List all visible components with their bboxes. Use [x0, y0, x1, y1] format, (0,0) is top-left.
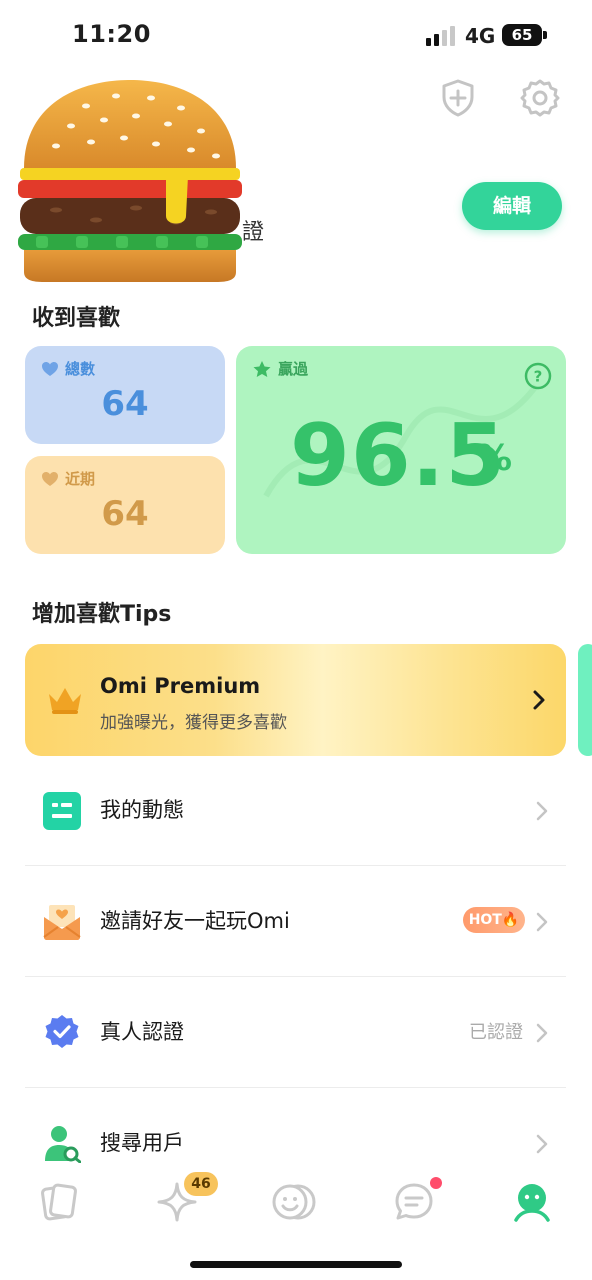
- likes-recent-label: 近期: [65, 470, 96, 488]
- heart-icon: [42, 361, 58, 376]
- tips-section-title: 增加喜歡Tips: [32, 602, 172, 627]
- cellular-signal-icon: [426, 26, 455, 46]
- likes-total-value: 64: [101, 384, 149, 424]
- divider: [25, 865, 566, 866]
- status-time: 11:20: [72, 20, 151, 48]
- chevron-right-icon: [536, 912, 548, 932]
- gear-icon[interactable]: [520, 78, 560, 118]
- user-search-icon: [45, 1126, 81, 1163]
- sparkle-count-badge: 46: [184, 1172, 218, 1196]
- divider: [25, 976, 566, 977]
- moments-icon: [43, 792, 81, 830]
- heart-icon: [42, 471, 58, 486]
- avatar[interactable]: [16, 76, 244, 284]
- profile-face-icon[interactable]: [510, 1180, 554, 1224]
- likes-recent-value: 64: [101, 494, 149, 534]
- smiley-pair-icon[interactable]: [272, 1180, 316, 1224]
- likes-total-label: 總數: [65, 360, 96, 378]
- chevron-right-icon: [533, 690, 545, 710]
- status-bar: 11:20 4G 65: [0, 0, 592, 70]
- invite-envelope-icon: [43, 905, 81, 940]
- menu-item-label: 搜尋用戶: [100, 1131, 184, 1155]
- chat-bubble-icon[interactable]: [392, 1180, 436, 1224]
- crown-icon: [49, 688, 81, 714]
- chevron-right-icon: [536, 801, 548, 821]
- star-icon: [253, 360, 271, 377]
- premium-title: Omi Premium: [100, 674, 261, 698]
- beat-percentage-unit: %: [476, 438, 513, 479]
- home-indicator[interactable]: [190, 1261, 402, 1268]
- shield-plus-icon[interactable]: [438, 78, 478, 118]
- menu-item-label: 我的動態: [100, 798, 184, 822]
- tab-bar: [0, 1170, 592, 1230]
- verification-status: 已認證: [469, 1022, 523, 1043]
- likes-section-title: 收到喜歡: [32, 306, 121, 331]
- help-icon[interactable]: ?: [524, 362, 552, 390]
- chevron-right-icon: [536, 1134, 548, 1154]
- svg-text:?: ?: [534, 368, 543, 386]
- next-banner-peek[interactable]: [578, 644, 592, 756]
- menu-item-verification[interactable]: 真人認證 已認證: [25, 978, 566, 1088]
- verified-badge-icon: [45, 1015, 79, 1048]
- hot-badge: HOT🔥: [463, 907, 525, 933]
- menu-item-invite[interactable]: 邀請好友一起玩Omi HOT🔥: [25, 867, 566, 977]
- chevron-right-icon: [536, 1023, 548, 1043]
- username-text: 證: [242, 220, 265, 245]
- likes-total-card[interactable]: 總數 64: [25, 346, 225, 444]
- likes-recent-card[interactable]: 近期 64: [25, 456, 225, 554]
- network-type: 4G: [465, 24, 496, 48]
- beat-label-row: 贏過: [252, 358, 308, 379]
- beat-percentage-value: 96.5: [290, 406, 507, 506]
- unread-dot: [430, 1177, 442, 1189]
- divider: [25, 1087, 566, 1088]
- battery-tip: [543, 31, 547, 39]
- edit-profile-button[interactable]: 編輯: [462, 182, 562, 230]
- likes-recent-label-row: 近期: [41, 468, 95, 489]
- likes-total-label-row: 總數: [41, 358, 95, 379]
- premium-subtitle: 加強曝光，獲得更多喜歡: [100, 713, 287, 733]
- cards-icon[interactable]: [38, 1180, 82, 1224]
- beat-percentage-card[interactable]: 贏過 ? 96.5 %: [236, 346, 566, 554]
- premium-banner[interactable]: Omi Premium 加強曝光，獲得更多喜歡: [25, 644, 566, 756]
- beat-label: 贏過: [278, 360, 309, 378]
- battery-level: 65: [502, 24, 542, 46]
- menu-item-moments[interactable]: 我的動態: [25, 756, 566, 866]
- menu-item-label: 邀請好友一起玩Omi: [100, 909, 290, 933]
- menu-item-label: 真人認證: [100, 1020, 184, 1044]
